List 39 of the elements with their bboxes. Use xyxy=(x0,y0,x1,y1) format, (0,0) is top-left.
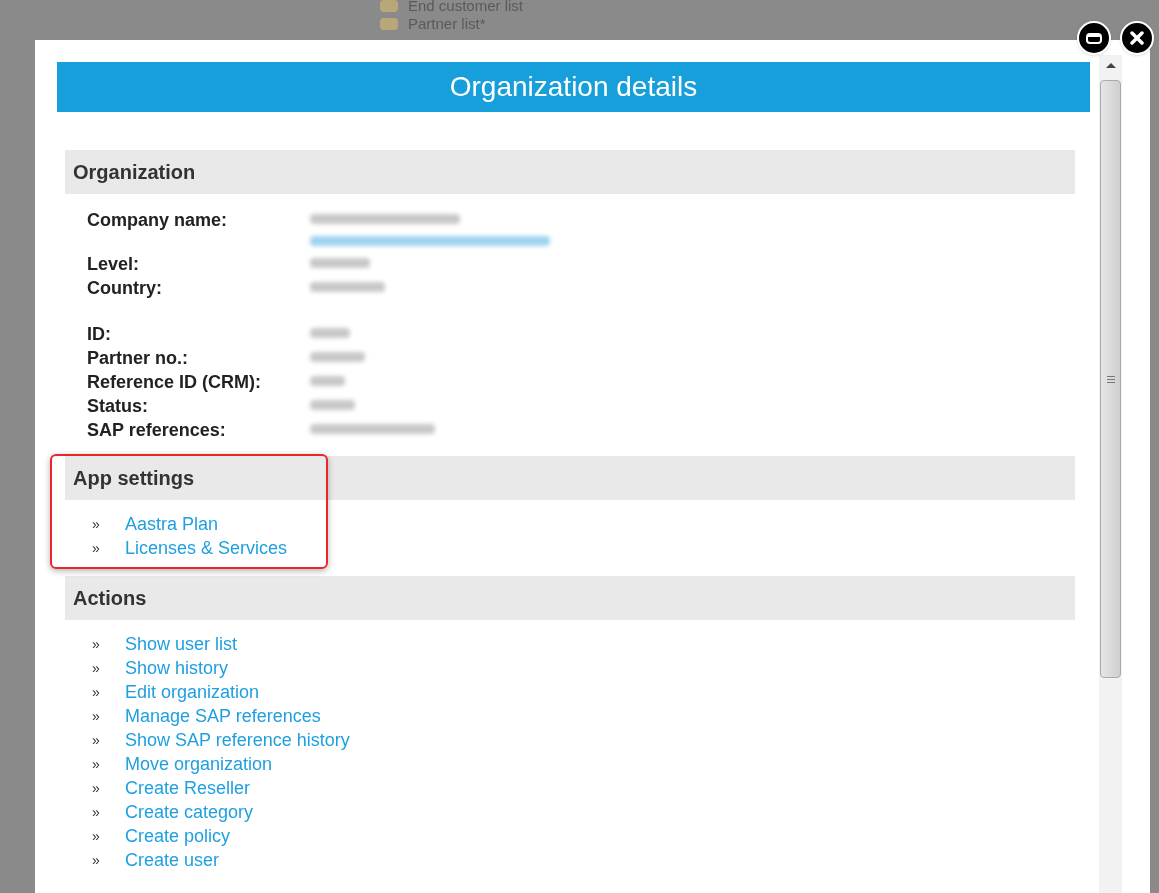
bullet: » xyxy=(92,634,101,654)
close-icon xyxy=(1130,31,1144,45)
dialog-title: Organization details xyxy=(57,62,1090,112)
bullet: » xyxy=(92,754,101,774)
bullet: » xyxy=(92,682,101,702)
close-button[interactable] xyxy=(1120,21,1154,55)
field-label: Company name: xyxy=(87,209,229,232)
bullet: » xyxy=(92,706,101,726)
folder-icon xyxy=(380,0,398,12)
section-heading: App settings xyxy=(65,456,1075,500)
field-label: Level: xyxy=(87,253,141,276)
bullet: » xyxy=(92,514,101,534)
field-label: Status: xyxy=(87,395,149,418)
grip-icon xyxy=(1106,375,1115,383)
section-heading: Actions xyxy=(65,576,1075,620)
bullet: » xyxy=(92,538,101,558)
redacted-value xyxy=(310,376,345,386)
bullet: » xyxy=(92,850,101,870)
scrollbar[interactable] xyxy=(1099,55,1122,893)
field-label: Reference ID (CRM): xyxy=(87,371,263,394)
redacted-value xyxy=(310,258,370,268)
field-label: Country: xyxy=(87,277,163,300)
window-icon xyxy=(1086,32,1102,44)
field-label: ID: xyxy=(87,323,112,346)
bullet: » xyxy=(92,658,101,678)
bullet: » xyxy=(92,826,101,846)
scroll-thumb[interactable] xyxy=(1100,80,1121,678)
bullet: » xyxy=(92,730,101,750)
redacted-value xyxy=(310,328,350,338)
field-label: SAP references: xyxy=(87,419,227,442)
scroll-up-icon[interactable] xyxy=(1105,63,1116,68)
folder-icon xyxy=(380,18,398,30)
bullet: » xyxy=(92,778,101,798)
field-label: Partner no.: xyxy=(87,347,189,370)
bullet: » xyxy=(92,802,101,822)
maximize-button[interactable] xyxy=(1077,21,1111,55)
section-heading: Organization xyxy=(65,150,1075,194)
redacted-value xyxy=(310,352,365,362)
redacted-value xyxy=(310,400,355,410)
